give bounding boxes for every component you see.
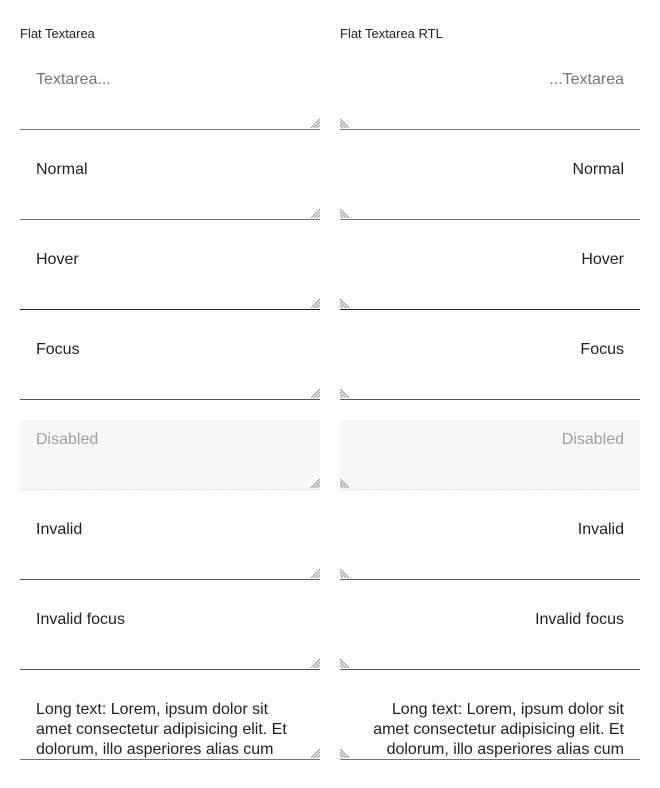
textarea-value: Hover	[581, 251, 624, 268]
textarea-value: Disabled	[561, 431, 624, 448]
textarea-placeholder-text: ...Textarea	[549, 71, 624, 88]
textarea-hover[interactable]: Hover	[20, 240, 320, 310]
textarea-placeholder-text: Textarea...	[36, 71, 111, 88]
textarea-invalid-rtl[interactable]: Invalid	[340, 510, 640, 580]
textarea-value: Invalid	[36, 521, 83, 538]
resize-grip-icon[interactable]	[310, 118, 320, 128]
textarea-invalid-focus[interactable]: Invalid focus	[20, 600, 320, 670]
textarea-placeholder-rtl[interactable]: ...Textarea	[340, 60, 640, 130]
resize-grip-icon	[340, 478, 350, 488]
textarea-value: Disabled	[36, 431, 99, 448]
resize-grip-icon[interactable]	[340, 208, 350, 218]
textarea-placeholder[interactable]: Textarea...	[20, 60, 320, 130]
textarea-normal-rtl[interactable]: Normal	[340, 150, 640, 220]
textarea-disabled-rtl: Disabled	[340, 420, 640, 490]
textarea-disabled: Disabled	[20, 420, 320, 490]
textarea-value: Normal	[572, 161, 624, 178]
textarea-value: Invalid focus	[535, 611, 624, 628]
resize-grip-icon[interactable]	[340, 388, 350, 398]
resize-grip-icon[interactable]	[310, 298, 320, 308]
resize-grip-icon[interactable]	[340, 118, 350, 128]
textarea-invalid-focus-rtl[interactable]: Invalid focus	[340, 600, 640, 670]
resize-grip-icon[interactable]	[310, 208, 320, 218]
resize-grip-icon[interactable]	[340, 658, 350, 668]
textarea-focus[interactable]: Focus	[20, 330, 320, 400]
textarea-value: Focus	[580, 341, 624, 358]
textarea-invalid[interactable]: Invalid	[20, 510, 320, 580]
resize-grip-icon[interactable]	[340, 568, 350, 578]
resize-grip-icon[interactable]	[340, 748, 350, 758]
textarea-long-text[interactable]: Long text: Lorem, ipsum dolor sit amet c…	[20, 690, 320, 760]
textarea-hover-rtl[interactable]: Hover	[340, 240, 640, 310]
textarea-value: Invalid focus	[36, 611, 125, 628]
textarea-value: Invalid	[577, 521, 624, 538]
textarea-normal[interactable]: Normal	[20, 150, 320, 220]
resize-grip-icon[interactable]	[310, 748, 320, 758]
textarea-value: Hover	[36, 251, 79, 268]
textarea-long-text-rtl[interactable]: Long text: Lorem, ipsum dolor sit amet c…	[340, 690, 640, 760]
resize-grip-icon[interactable]	[310, 658, 320, 668]
textarea-value: Normal	[36, 161, 88, 178]
textarea-focus-rtl[interactable]: Focus	[340, 330, 640, 400]
resize-grip-icon[interactable]	[310, 568, 320, 578]
resize-grip-icon[interactable]	[340, 298, 350, 308]
column-title: Flat Textarea RTL	[340, 26, 443, 41]
textarea-value: Long text: Lorem, ipsum dolor sit amet c…	[373, 701, 624, 758]
column-title: Flat Textarea	[20, 26, 95, 41]
resize-grip-icon[interactable]	[310, 388, 320, 398]
textarea-value: Long text: Lorem, ipsum dolor sit amet c…	[36, 701, 287, 758]
resize-grip-icon	[310, 478, 320, 488]
textarea-value: Focus	[36, 341, 80, 358]
